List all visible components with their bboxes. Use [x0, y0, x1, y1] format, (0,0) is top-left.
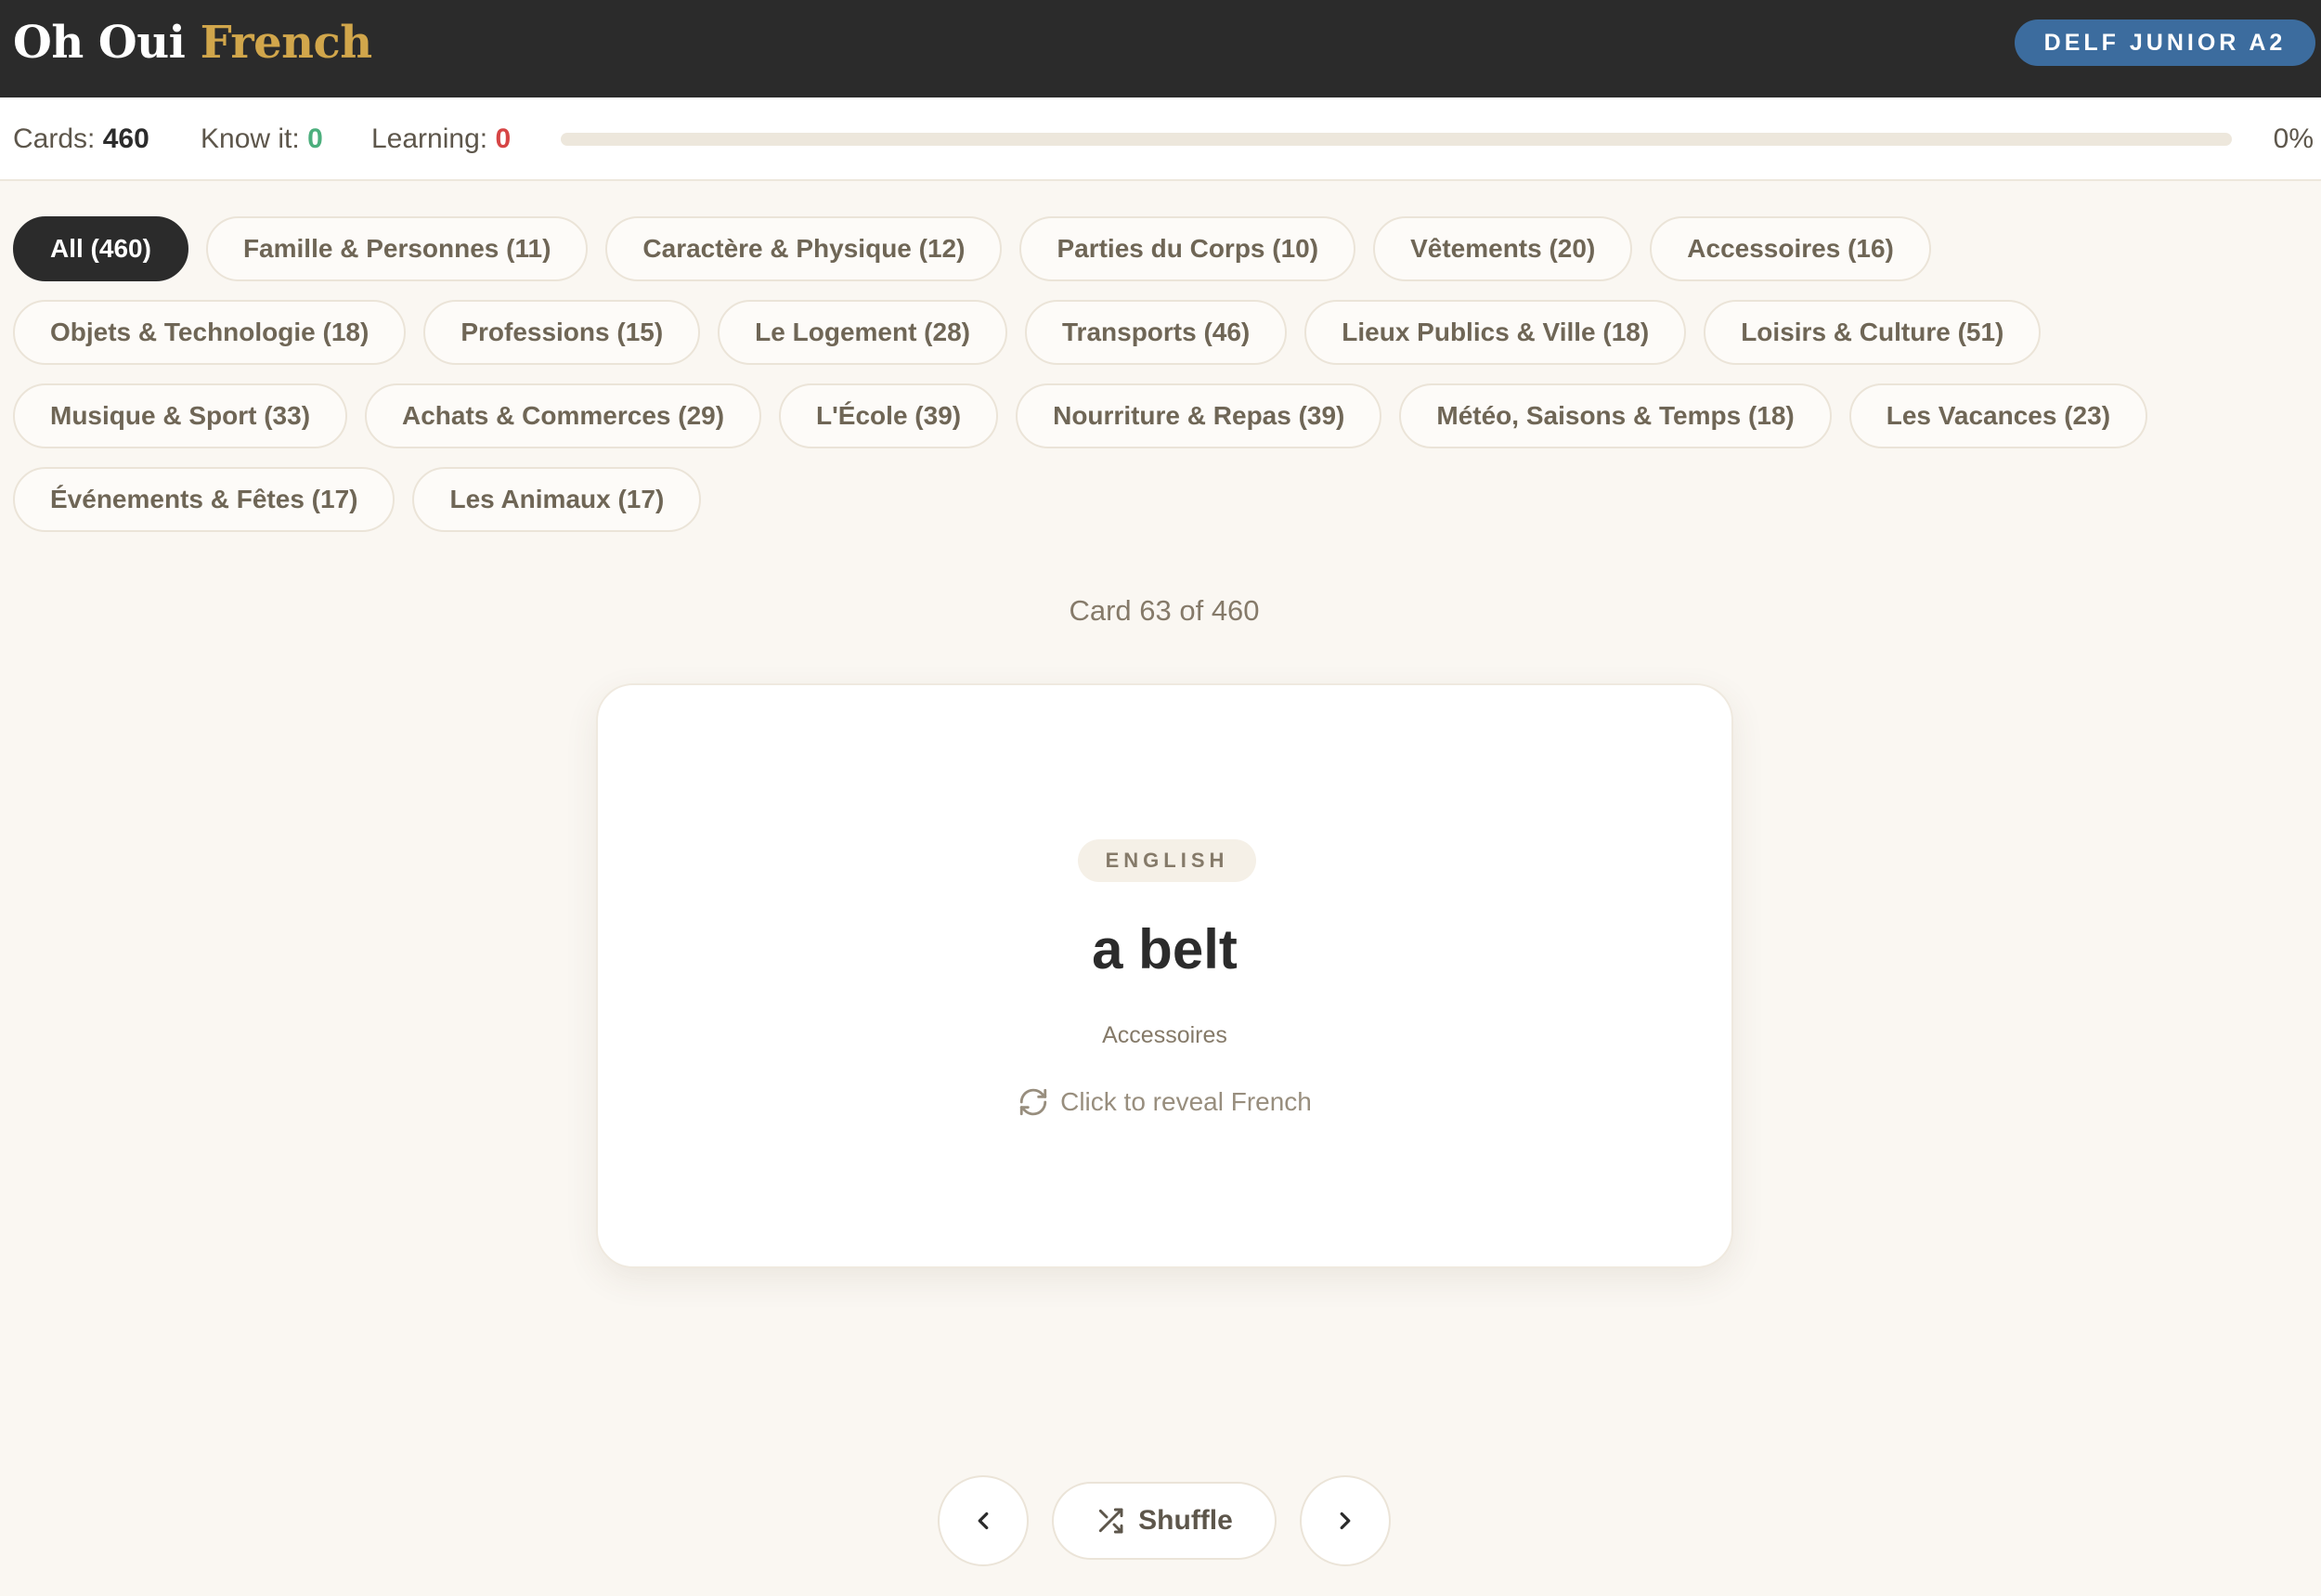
- category-chip[interactable]: Météo, Saisons & Temps (18): [1399, 383, 1832, 448]
- stat-cards-value: 460: [102, 123, 149, 154]
- chevron-right-icon: [1331, 1507, 1359, 1535]
- stat-know-value: 0: [307, 123, 323, 154]
- category-chip[interactable]: Nourriture & Repas (39): [1016, 383, 1382, 448]
- category-chip[interactable]: Loisirs & Culture (51): [1704, 300, 2042, 365]
- stat-know-it: Know it: 0: [201, 97, 323, 181]
- flashcard[interactable]: ENGLISH a belt Accessoires Click to reve…: [596, 683, 1733, 1268]
- category-filter-list: All (460) Famille & Personnes (11) Caractè…: [13, 216, 2315, 532]
- progress-percent: 0%: [2273, 123, 2314, 154]
- stat-cards-label: Cards:: [13, 123, 96, 154]
- level-badge: DELF JUNIOR A2: [2015, 19, 2315, 66]
- category-chip[interactable]: Caractère & Physique (12): [605, 216, 1003, 281]
- category-chip[interactable]: Le Logement (28): [718, 300, 1007, 365]
- shuffle-icon: [1096, 1506, 1125, 1536]
- shuffle-label: Shuffle: [1138, 1505, 1233, 1536]
- category-chip[interactable]: L'École (39): [779, 383, 999, 448]
- card-counter: Card 63 of 460: [1069, 594, 1260, 627]
- stat-cards: Cards: 460: [13, 97, 149, 181]
- category-chip[interactable]: Objets & Technologie (18): [13, 300, 407, 365]
- logo-text-accent: French: [200, 17, 373, 69]
- shuffle-button[interactable]: Shuffle: [1052, 1482, 1277, 1560]
- refresh-icon: [1018, 1086, 1049, 1118]
- category-chip[interactable]: Accessoires (16): [1650, 216, 1931, 281]
- card-category: Accessoires: [1102, 1022, 1227, 1048]
- card-word: a belt: [1092, 918, 1238, 980]
- stats-bar: Cards: 460 Know it: 0 Learning: 0 0%: [0, 97, 2321, 181]
- progress-bar: [561, 133, 2232, 146]
- category-chip[interactable]: Lieux Publics & Ville (18): [1304, 300, 1687, 365]
- stat-learning-label: Learning:: [371, 123, 488, 154]
- app-header: Oh Oui French DELF JUNIOR A2: [0, 0, 2321, 97]
- category-chip[interactable]: Vêtements (20): [1373, 216, 1633, 281]
- stat-learning: Learning: 0: [371, 97, 511, 181]
- category-chip[interactable]: Achats & Commerces (29): [365, 383, 762, 448]
- stat-learning-value: 0: [495, 123, 512, 154]
- category-chip[interactable]: Parties du Corps (10): [1019, 216, 1356, 281]
- reveal-hint[interactable]: Click to reveal French: [598, 1086, 1731, 1118]
- category-chip[interactable]: Événements & Fêtes (17): [13, 467, 395, 532]
- stat-know-label: Know it:: [201, 123, 300, 154]
- logo-text-primary: Oh Oui: [13, 17, 186, 69]
- previous-card-button[interactable]: [938, 1475, 1029, 1566]
- category-chip[interactable]: Professions (15): [423, 300, 701, 365]
- category-chip[interactable]: Les Vacances (23): [1848, 383, 2148, 448]
- card-language-badge: ENGLISH: [1078, 839, 1256, 882]
- category-chip[interactable]: Les Animaux (17): [412, 467, 702, 532]
- category-chip-all[interactable]: All (460): [13, 216, 188, 281]
- category-chip[interactable]: Musique & Sport (33): [13, 383, 348, 448]
- category-chip[interactable]: Transports (46): [1024, 300, 1288, 365]
- category-chip[interactable]: Famille & Personnes (11): [205, 216, 589, 281]
- chevron-left-icon: [969, 1507, 997, 1535]
- reveal-hint-text: Click to reveal French: [1060, 1087, 1312, 1116]
- next-card-button[interactable]: [1300, 1475, 1391, 1566]
- app-logo[interactable]: Oh Oui French: [13, 13, 372, 72]
